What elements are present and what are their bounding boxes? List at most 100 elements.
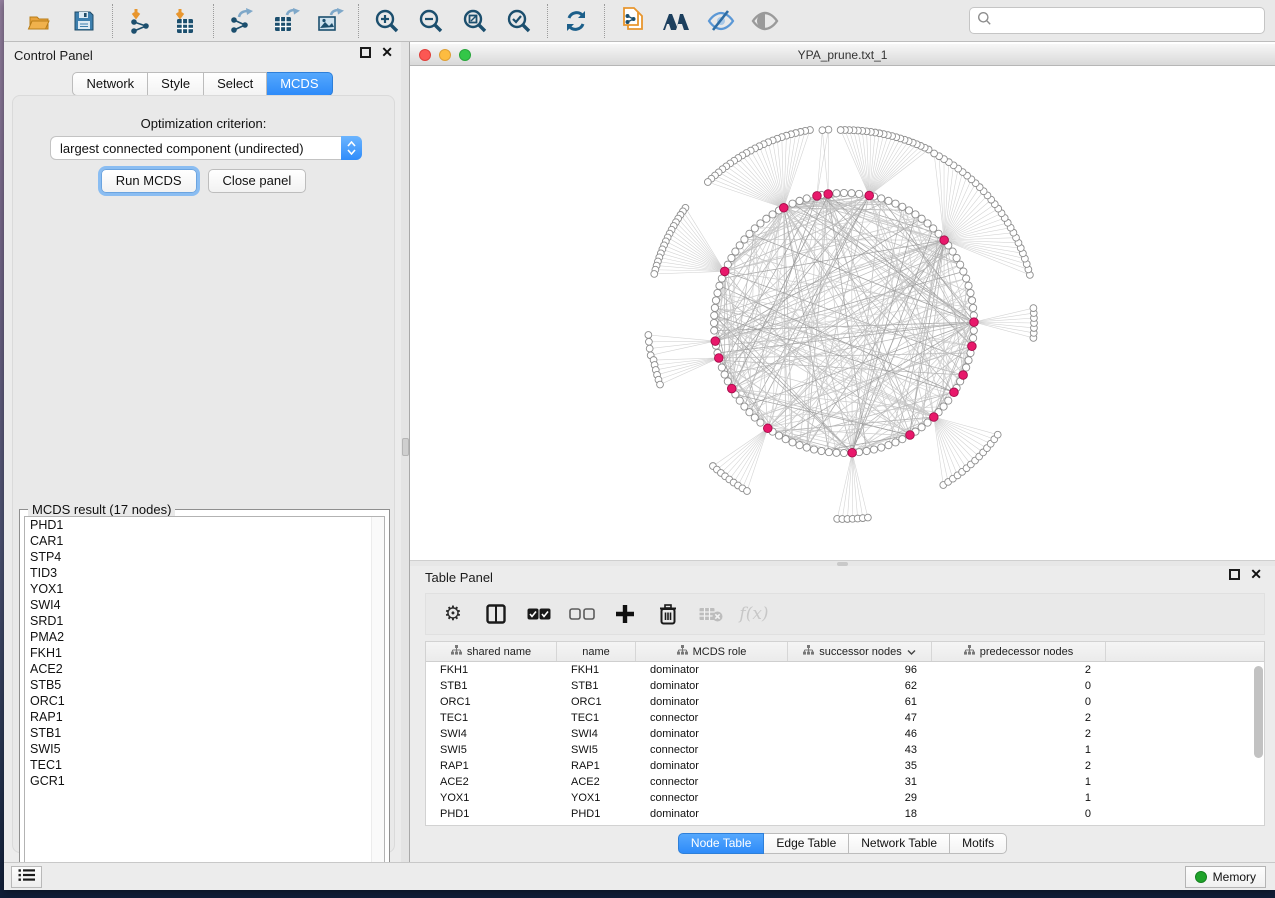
mcds-result-node[interactable]: PMA2 (25, 629, 384, 645)
network-node[interactable] (789, 200, 796, 207)
table-row[interactable]: YOX1YOX1connector291 (426, 790, 1264, 806)
network-node[interactable] (945, 397, 952, 404)
network-node[interactable] (716, 282, 723, 289)
task-history-button[interactable] (11, 866, 42, 888)
zoom-selected-icon[interactable] (504, 6, 534, 36)
network-node[interactable] (796, 197, 803, 204)
network-node[interactable] (757, 419, 764, 426)
tab-select[interactable]: Select (204, 72, 267, 96)
network-node[interactable] (931, 150, 938, 157)
table-row[interactable]: PHD1PHD1dominator180 (426, 806, 1264, 822)
mcds-hub-node[interactable] (968, 342, 977, 351)
network-node[interactable] (970, 327, 977, 334)
mcds-hub-node[interactable] (720, 267, 729, 276)
mcds-result-node[interactable]: SRD1 (25, 613, 384, 629)
network-node[interactable] (810, 446, 817, 453)
mcds-hub-node[interactable] (779, 203, 788, 212)
network-node[interactable] (848, 190, 855, 197)
find-icon[interactable] (662, 6, 692, 36)
network-node[interactable] (965, 282, 972, 289)
network-node[interactable] (892, 200, 899, 207)
network-node[interactable] (711, 304, 718, 311)
export-image-icon[interactable] (315, 6, 345, 36)
close-panel-button[interactable]: Close panel (208, 169, 307, 193)
mcds-result-node[interactable]: FKH1 (25, 645, 384, 661)
mcds-result-node[interactable]: ACE2 (25, 661, 384, 677)
network-node[interactable] (885, 197, 892, 204)
network-window-titlebar[interactable]: YPA_prune.txt_1 (410, 44, 1275, 66)
show-columns-icon[interactable] (483, 601, 509, 627)
mcds-result-node[interactable]: PHD1 (25, 517, 384, 533)
add-column-icon[interactable] (612, 601, 638, 627)
network-node[interactable] (724, 378, 731, 385)
network-node[interactable] (968, 297, 975, 304)
network-node[interactable] (994, 431, 1001, 438)
mcds-result-node[interactable]: STB5 (25, 677, 384, 693)
close-panel-icon[interactable]: ✕ (1250, 569, 1262, 580)
network-node[interactable] (878, 444, 885, 451)
network-node[interactable] (864, 514, 871, 521)
mcds-result-node[interactable]: TID3 (25, 565, 384, 581)
table-settings-icon[interactable]: ⚙ (440, 601, 466, 627)
column-header-name[interactable]: name (557, 642, 636, 661)
import-network-icon[interactable] (126, 6, 156, 36)
network-node[interactable] (645, 332, 652, 339)
show-all-icon[interactable] (750, 6, 780, 36)
table-row[interactable]: SWI5SWI5connector431 (426, 742, 1264, 758)
float-panel-icon[interactable] (360, 47, 371, 58)
network-node[interactable] (1030, 305, 1037, 312)
network-node[interactable] (803, 195, 810, 202)
tab-node-table[interactable]: Node Table (678, 833, 765, 854)
network-node[interactable] (833, 449, 840, 456)
network-node[interactable] (878, 195, 885, 202)
network-node[interactable] (646, 345, 653, 352)
column-header-predecessor-nodes[interactable]: predecessor nodes (932, 642, 1106, 661)
mcds-hub-node[interactable] (865, 191, 874, 200)
mcds-hub-node[interactable] (940, 236, 949, 245)
network-node[interactable] (714, 289, 721, 296)
zoom-in-icon[interactable] (372, 6, 402, 36)
network-node[interactable] (769, 211, 776, 218)
network-node[interactable] (711, 327, 718, 334)
mcds-result-node[interactable]: STB1 (25, 725, 384, 741)
tab-motifs[interactable]: Motifs (950, 833, 1007, 854)
column-header-successor-nodes[interactable]: successor nodes (788, 642, 932, 661)
network-node[interactable] (963, 275, 970, 282)
network-node[interactable] (963, 364, 970, 371)
network-node[interactable] (732, 248, 739, 255)
mcds-result-node[interactable]: ORC1 (25, 693, 384, 709)
network-node[interactable] (918, 215, 925, 222)
network-node[interactable] (967, 289, 974, 296)
mcds-hub-node[interactable] (848, 448, 857, 457)
network-node[interactable] (775, 432, 782, 439)
table-scrollbar-thumb[interactable] (1254, 666, 1263, 758)
mcds-hub-node[interactable] (906, 431, 915, 440)
table-row[interactable]: RAP1RAP1dominator352 (426, 758, 1264, 774)
export-table-icon[interactable] (271, 6, 301, 36)
network-node[interactable] (657, 381, 664, 388)
mcds-result-node[interactable]: STP4 (25, 549, 384, 565)
network-node[interactable] (855, 190, 862, 197)
zoom-fit-icon[interactable] (460, 6, 490, 36)
mcds-hub-node[interactable] (763, 424, 772, 433)
tab-network-table[interactable]: Network Table (849, 833, 950, 854)
mcds-hub-node[interactable] (727, 384, 736, 393)
search-box[interactable] (969, 7, 1265, 34)
network-node[interactable] (885, 442, 892, 449)
network-node[interactable] (744, 488, 751, 495)
mcds-result-node[interactable]: RAP1 (25, 709, 384, 725)
network-node[interactable] (863, 447, 870, 454)
mcds-hub-node[interactable] (950, 388, 959, 397)
mcds-hub-node[interactable] (959, 371, 968, 380)
network-node[interactable] (782, 436, 789, 443)
network-node[interactable] (825, 449, 832, 456)
float-panel-icon[interactable] (1229, 569, 1240, 580)
mcds-result-node[interactable]: TEC1 (25, 757, 384, 773)
mcds-result-node[interactable]: GCR1 (25, 773, 384, 789)
network-file-icon[interactable] (618, 6, 648, 36)
network-node[interactable] (728, 254, 735, 261)
network-node[interactable] (736, 242, 743, 249)
network-node[interactable] (892, 439, 899, 446)
network-node[interactable] (970, 334, 977, 341)
network-node[interactable] (796, 442, 803, 449)
